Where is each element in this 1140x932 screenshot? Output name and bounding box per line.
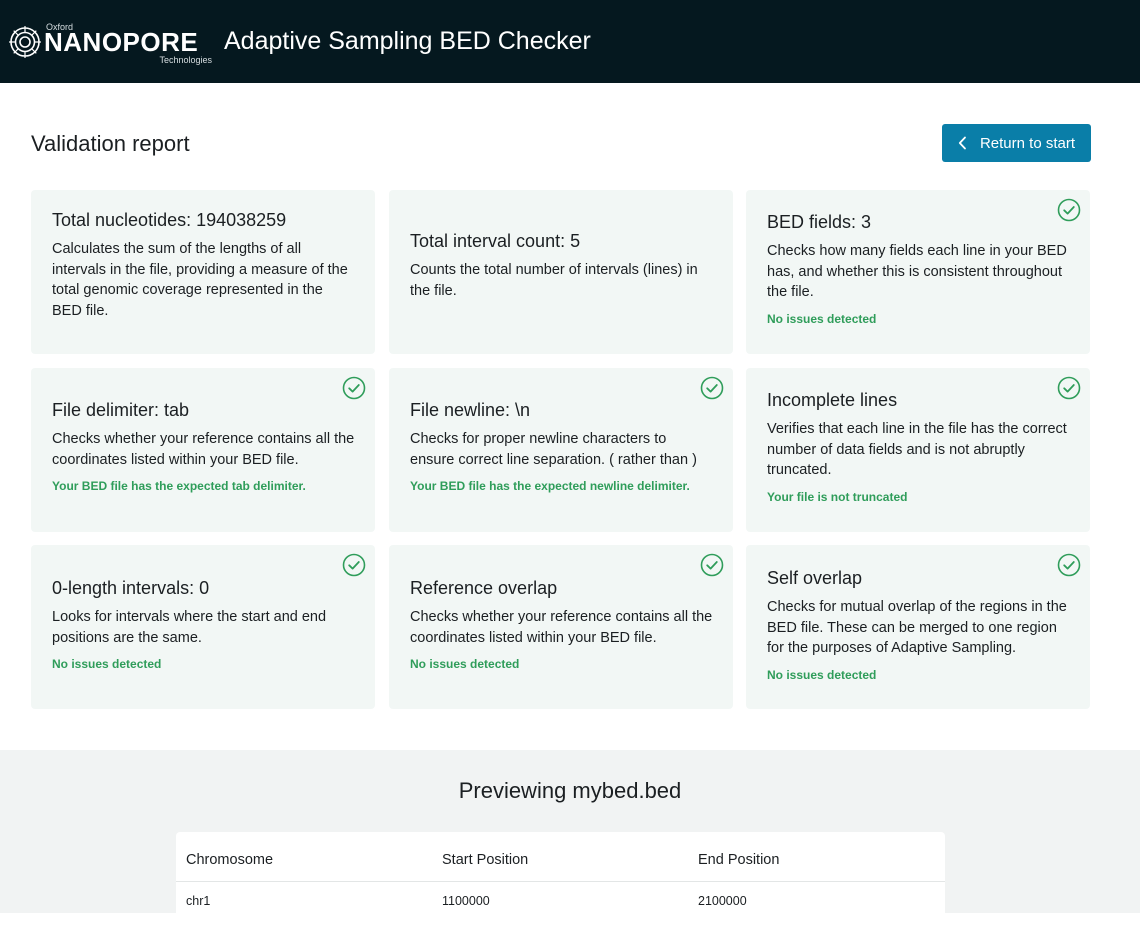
table-row: chr1 1100000 2100000: [176, 882, 945, 921]
card-status: Your BED file has the expected newline d…: [410, 479, 690, 493]
check-circle-icon: [342, 553, 366, 577]
card-description: Checks for proper newline characters to …: [410, 431, 697, 468]
card-title: Self overlap: [767, 568, 863, 588]
preview-title: Previewing mybed.bed: [458, 778, 682, 803]
card-description: Calculates the sum of the lengths of all…: [52, 241, 348, 319]
card-total-interval-count: Total interval count: 5 Counts the total…: [389, 190, 733, 354]
card-total-nucleotides: Total nucleotides: 194038259 Calculates …: [31, 190, 375, 354]
card-reference-overlap: Reference overlap Checks whether your re…: [389, 545, 733, 709]
return-to-start-label: Return to start: [979, 134, 1076, 152]
card-status: No issues detected: [767, 667, 877, 682]
preview-table: Chromosome Start Position End Position c…: [176, 832, 945, 932]
card-description: Checks whether your reference contains a…: [52, 431, 355, 468]
check-circle-icon: [342, 376, 366, 400]
cell-chromosome: chr1: [186, 894, 211, 908]
return-to-start-button[interactable]: Return to start: [942, 124, 1091, 162]
logo-nanopore: NANOPORE: [44, 26, 199, 57]
nanopore-logo: Oxford NANOPORE Technologies: [8, 20, 214, 65]
card-status: Your file is not truncated: [767, 489, 908, 504]
card-bed-fields: BED fields: 3 Checks how many fields eac…: [746, 190, 1090, 354]
report-title: Validation report: [31, 131, 190, 156]
card-title: Total interval count: 5: [410, 231, 581, 251]
card-incomplete-lines: Incomplete lines Verifies that each line…: [746, 368, 1090, 532]
nanopore-logo-mark-icon: [9, 25, 41, 58]
card-zero-length-intervals: 0-length intervals: 0 Looks for interval…: [31, 545, 375, 709]
card-description: Verifies that each line in the file has …: [767, 421, 1067, 478]
column-header-chromosome: Chromosome: [176, 832, 432, 882]
logo-technologies: Technologies: [159, 54, 212, 65]
card-status: No issues detected: [52, 657, 162, 671]
card-status: No issues detected: [767, 311, 877, 326]
card-description: Checks how many fields each line in your…: [767, 243, 1067, 300]
card-title: File newline: \n: [410, 400, 531, 420]
card-status: No issues detected: [410, 657, 520, 671]
top-bar: Oxford NANOPORE Technologies Adaptive Sa…: [0, 0, 1140, 83]
app-title: Adaptive Sampling BED Checker: [224, 27, 591, 55]
card-file-newline: File newline: \n Checks for proper newli…: [389, 368, 733, 532]
card-file-delimiter: File delimiter: tab Checks whether your …: [31, 368, 375, 532]
card-description: Checks for mutual overlap of the regions…: [767, 599, 1067, 656]
table-header-row: Chromosome Start Position End Position: [176, 832, 945, 882]
card-title: BED fields: 3: [767, 212, 872, 232]
card-description: Looks for intervals where the start and …: [52, 609, 327, 646]
cell-end-position: 2100000: [698, 894, 747, 908]
card-title: Total nucleotides: 194038259: [52, 210, 287, 230]
cell-start-position: 1100000: [442, 894, 490, 908]
preview-section: Previewing mybed.bed Chromosome Start Po…: [0, 750, 1140, 932]
card-title: Reference overlap: [410, 578, 558, 598]
card-status: Your BED file has the expected tab delim…: [52, 479, 306, 493]
column-header-start-position: Start Position: [432, 832, 688, 882]
card-title: 0-length intervals: 0: [52, 578, 210, 598]
logo-wordmark: Oxford NANOPORE Technologies: [44, 22, 214, 65]
check-circle-icon: [700, 376, 724, 400]
column-header-end-position: End Position: [688, 832, 945, 882]
card-description: Counts the total number of intervals (li…: [410, 262, 698, 299]
card-title: File delimiter: tab: [52, 400, 190, 420]
card-title: Incomplete lines: [767, 390, 898, 410]
report-header: Validation report Return to start: [0, 83, 1140, 189]
chevron-left-icon: [958, 136, 966, 150]
card-description: Checks whether your reference contains a…: [410, 609, 713, 646]
card-self-overlap: Self overlap Checks for mutual overlap o…: [746, 545, 1090, 709]
check-circle-icon: [700, 553, 724, 577]
